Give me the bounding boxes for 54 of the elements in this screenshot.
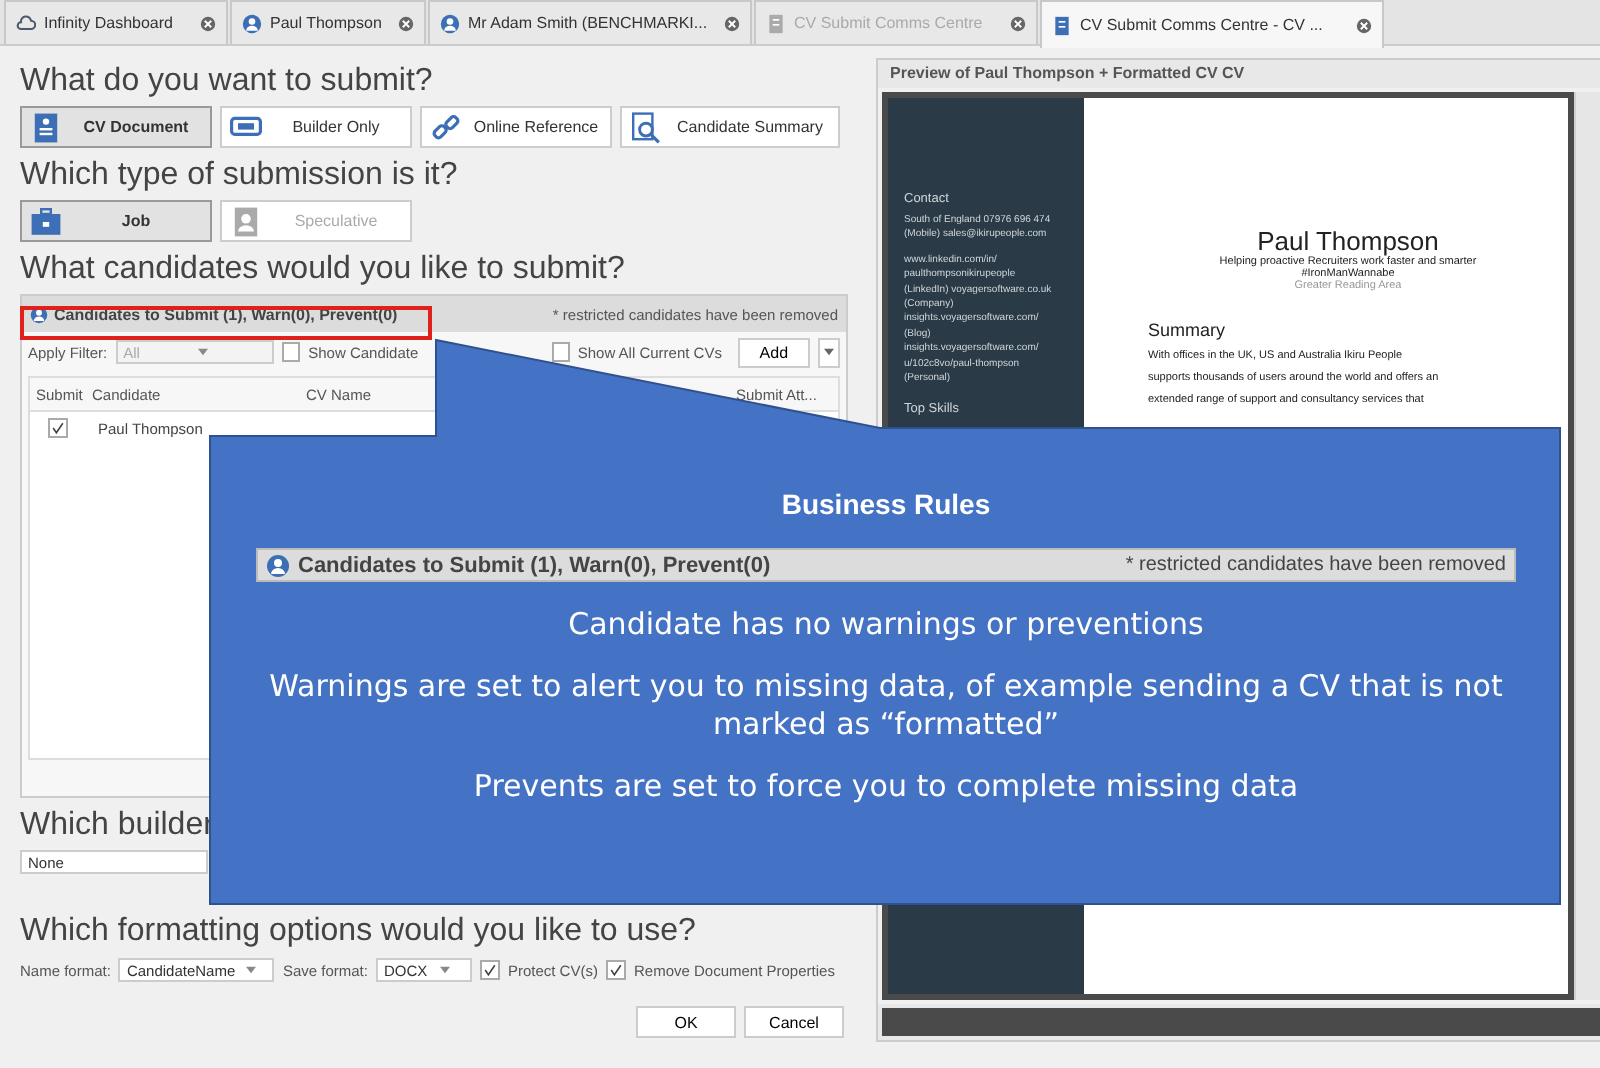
scrollbar[interactable] <box>1574 92 1600 1000</box>
document-icon <box>766 13 786 33</box>
callout-text: Prevents are set to force you to complete missing data <box>471 768 1301 806</box>
person-icon <box>266 553 290 577</box>
section-heading: Which type of submission is it? <box>20 158 460 194</box>
dialog-button[interactable]: Cancel <box>744 1006 844 1038</box>
tab[interactable]: Infinity Dashboard <box>4 0 228 44</box>
dialog-button[interactable]: OK <box>636 1006 736 1038</box>
caret-icon <box>440 966 451 974</box>
preview-title: Preview of Paul Thompson + Formatted CV CV <box>888 62 1247 86</box>
close-icon[interactable] <box>724 15 740 31</box>
option-button[interactable]: Candidate Summary <box>620 106 840 148</box>
checkbox[interactable] <box>48 418 68 438</box>
checkbox[interactable] <box>551 342 570 362</box>
caret-icon <box>823 348 834 356</box>
close-icon[interactable] <box>200 15 216 31</box>
magnifier-document-icon <box>630 111 662 143</box>
callout-title: Business Rules <box>781 488 991 520</box>
tab[interactable]: Paul Thompson <box>230 0 426 44</box>
checkbox[interactable] <box>479 960 500 980</box>
option-button[interactable]: Online Reference <box>420 106 612 148</box>
checkbox[interactable] <box>281 342 301 362</box>
contact-card-icon <box>230 205 262 237</box>
cv-summary-heading: Summary <box>1148 320 1228 340</box>
briefcase-icon <box>30 205 62 237</box>
caret-icon <box>197 348 208 356</box>
option-button[interactable]: CV Document <box>20 106 212 148</box>
section-heading: What candidates would you like to submit? <box>20 252 627 288</box>
person-icon <box>440 13 460 33</box>
tab[interactable]: Mr Adam Smith (BENCHMARKI... <box>428 0 752 44</box>
cloud-icon <box>16 13 36 33</box>
option-button[interactable]: Job <box>20 200 212 242</box>
candidates-summary: Candidates to Submit (1), Warn(0), Prevent(0) <box>298 553 773 577</box>
section-heading: Which formatting options would you like to use? <box>20 914 698 950</box>
dropdown-button[interactable] <box>817 337 840 367</box>
document-icon <box>30 111 62 143</box>
close-icon[interactable] <box>1010 15 1026 31</box>
checkbox[interactable] <box>605 960 626 980</box>
cv-name: Paul Thompson <box>1255 226 1441 256</box>
tab[interactable]: CV Submit Comms Centre - CV ... <box>1040 0 1384 48</box>
add-button[interactable]: Add <box>737 337 810 367</box>
close-icon[interactable] <box>1356 17 1372 33</box>
restricted-note: * restricted candidates have been removed <box>1125 554 1506 576</box>
section-heading: Which builder <box>20 808 214 844</box>
caret-icon <box>246 966 257 974</box>
person-icon <box>30 305 48 323</box>
callout-text: Candidate has no warnings or preventions <box>566 606 1206 644</box>
section-heading: What do you want to submit? <box>20 64 435 100</box>
link-icon <box>430 111 462 143</box>
option-button[interactable]: Builder Only <box>220 106 412 148</box>
close-icon[interactable] <box>398 15 414 31</box>
callout-text: Warnings are set to alert you to missing data, of example sending a CV that is not marked as “formatted” <box>267 668 1505 744</box>
document-icon <box>1052 15 1072 35</box>
person-icon <box>242 13 262 33</box>
